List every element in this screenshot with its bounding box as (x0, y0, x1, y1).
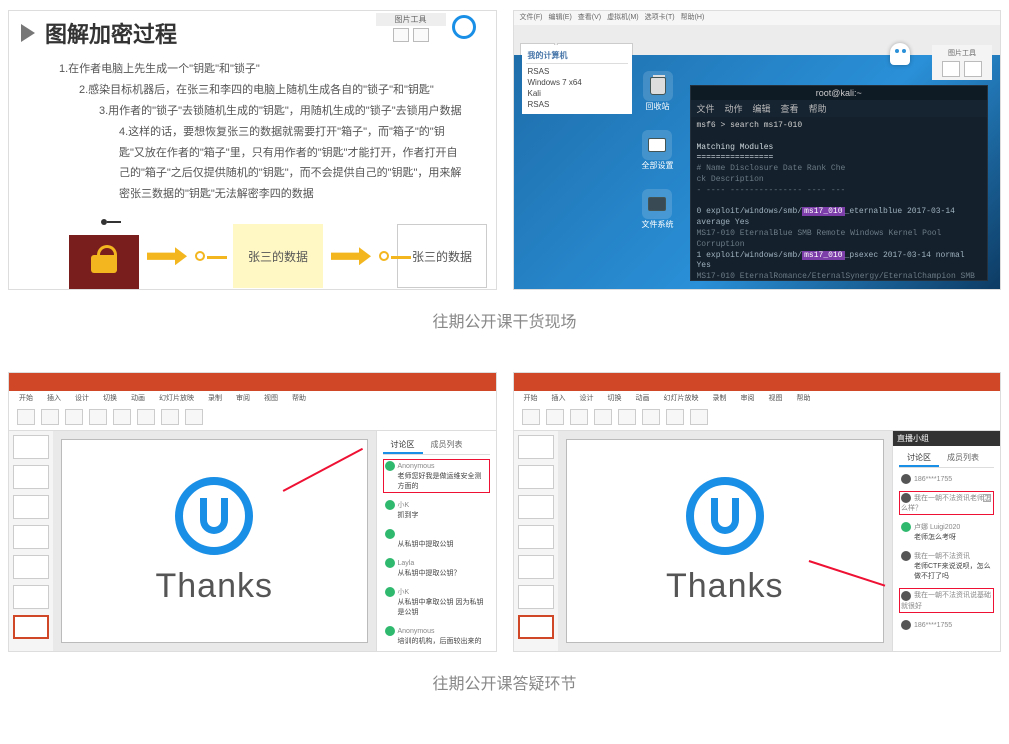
slide-title: 图解加密过程 (45, 17, 177, 49)
slide-thumbnails (514, 431, 558, 651)
panel-header: 我的计算机 (526, 49, 628, 64)
slide-body: 1.在作者电脑上先生成一个"钥匙"和"锁子" 2.感染目标机器后，在张三和李四的… (9, 55, 496, 205)
thumbnail-ppt-chat-1: 开始插入设计切换动画幻灯片放映录制审阅视图帮助 Thanks 讨论区 成员列表 (8, 372, 497, 652)
step-2: 2.感染目标机器后，在张三和李四的电脑上随机生成各自的"锁子"和"钥匙" (59, 80, 466, 101)
terminal-title: root@kali:~ (691, 86, 988, 100)
step-4: 4.这样的话，要想恢复张三的数据就需要打开"箱子"，而"箱子"的"钥匙"又放在作… (59, 122, 466, 206)
vm-item: RSAS (526, 99, 628, 110)
thumbnail-ppt-chat-2: 开始插入设计切换动画幻灯片放映录制审阅视图帮助 Thanks 直播小组 讨论区 … (513, 372, 1002, 652)
chat-tab-discussion: 讨论区 (383, 437, 423, 454)
vm-menubar: 文件(F)编辑(E)查看(V)虚拟机(M)选项卡(T)帮助(H) (514, 11, 1001, 25)
brand-logo-icon (452, 15, 476, 39)
thumbnail-encryption-slide: 图解加密过程 图片工具 1.在作者电脑上先生成一个"钥匙"和"锁子" 2.感染目… (8, 10, 497, 290)
vm-item: RSAS (526, 66, 628, 77)
gold-key-icon (195, 251, 205, 261)
chat-message: Layla从私钥中提取公钥？ (383, 556, 490, 580)
course-gallery: 图解加密过程 图片工具 1.在作者电脑上先生成一个"钥匙"和"锁子" 2.感染目… (0, 0, 1009, 744)
chat-message: 我在一朝不法资讯老师怎么样？ (899, 491, 994, 515)
chat-tabs: 讨论区 成员列表 (383, 437, 490, 455)
chat-message: 186****1755 (899, 472, 994, 486)
ppt-content: Thanks 讨论区 成员列表 Anonymous老师您好我是做运维安全测方面的… (9, 431, 496, 651)
panel-title: 直播小组 (893, 431, 1000, 446)
caption-row-2: 往期公开课答疑环节 (8, 670, 1001, 694)
chat-tabs: 讨论区 成员列表 (899, 450, 994, 468)
arrow-icon (331, 247, 371, 265)
thumbnail-kali-terminal: 文件(F)编辑(E)查看(V)虚拟机(M)选项卡(T)帮助(H) Kali Wi… (513, 10, 1002, 290)
chat-message: 我在一朝不法资讯说基础就很好 (899, 588, 994, 612)
thanks-text: Thanks (156, 567, 274, 606)
chat-tab-discussion: 讨论区 (899, 450, 939, 467)
ppt-titlebar (514, 373, 1001, 391)
chat-message: 小K抓到字 (383, 498, 490, 522)
slide-canvas: Thanks (566, 439, 885, 643)
settings-icon (642, 130, 672, 160)
toolbox-label: 图片工具 (935, 48, 989, 58)
image-toolbox: 图片工具 (376, 13, 446, 44)
annotation-line (809, 560, 886, 586)
brand-logo-icon (686, 477, 764, 555)
data-note-1: 张三的数据 (233, 224, 323, 288)
chat-message: 小K从私钥中拿取公钥 因为私钥是公钥 (383, 585, 490, 619)
trash-icon (643, 71, 673, 101)
annotation-line (282, 448, 362, 492)
ppt-titlebar (9, 373, 496, 391)
gold-key-icon (379, 251, 389, 261)
terminal-window: root@kali:~ 文件动作编辑查看帮助 msf6 > search ms1… (690, 85, 989, 281)
toolbox-label: 图片工具 (376, 13, 446, 26)
lock-box-icon (69, 235, 139, 290)
terminal-menubar: 文件动作编辑查看帮助 (691, 100, 988, 117)
chat-panel: 直播小组 讨论区 成员列表 186****1755 我在一朝不法资讯老师怎么样？ 卢… (892, 431, 1000, 651)
chat-message: Anonymous老师您好我是做运维安全测方面的 (383, 459, 490, 493)
encryption-diagram: 张三的数据 张三的数据 (9, 205, 496, 290)
brand-logo-icon (175, 477, 253, 555)
gallery-row-2: 开始插入设计切换动画幻灯片放映录制审阅视图帮助 Thanks 讨论区 成员列表 (8, 372, 1001, 652)
step-3: 3.用作者的"锁子"去锁随机生成的"钥匙"，用随机生成的"锁子"去锁用户数据 (59, 101, 466, 122)
black-key-icon (101, 219, 107, 225)
chat-message: 我在一朝不法资讯老师CTF来说说呗，怎么做不打了吗 (899, 549, 994, 583)
bullet-icon (21, 24, 35, 42)
vm-item: Windows 7 x64 (526, 77, 628, 88)
vm-library-panel: 我的计算机 RSAS Windows 7 x64 Kali RSAS (522, 45, 632, 114)
chat-tab-members: 成员列表 (939, 450, 987, 467)
image-toolbox: 图片工具 (932, 45, 992, 80)
ppt-content: Thanks 直播小组 讨论区 成员列表 186****1755 我在一朝不法资讯… (514, 431, 1001, 651)
desktop-icons: 回收站 全部设置 文件系统 (642, 71, 674, 230)
chat-message: 186****1755 (899, 618, 994, 632)
terminal-output: msf6 > search ms17-010 Matching Modules=… (691, 117, 988, 280)
step-1: 1.在作者电脑上先生成一个"钥匙"和"锁子" (59, 59, 466, 80)
chat-panel: 讨论区 成员列表 Anonymous老师您好我是做运维安全测方面的小K抓到字从私… (376, 431, 496, 651)
caption-row-1: 往期公开课干货现场 (8, 308, 1001, 332)
chat-tab-members: 成员列表 (423, 437, 471, 454)
thanks-text: Thanks (666, 567, 784, 606)
files-icon (642, 189, 672, 219)
slide-canvas: Thanks (61, 439, 368, 643)
ppt-ribbon: 开始插入设计切换动画幻灯片放映录制审阅视图帮助 (514, 391, 1001, 431)
chat-message: 从私钥中提取公钥 (383, 527, 490, 551)
ppt-ribbon: 开始插入设计切换动画幻灯片放映录制审阅视图帮助 (9, 391, 496, 431)
arrow-icon (147, 247, 187, 265)
ghost-icon (890, 43, 910, 65)
chat-message: Anonymous培训的机构，后面较出来的 (383, 624, 490, 648)
slide-thumbnails (9, 431, 53, 651)
chat-message: 卢娜 Luigi2020老师怎么考呀 (899, 520, 994, 544)
gallery-row-1: 图解加密过程 图片工具 1.在作者电脑上先生成一个"钥匙"和"锁子" 2.感染目… (8, 10, 1001, 290)
vm-item: Kali (526, 88, 628, 99)
